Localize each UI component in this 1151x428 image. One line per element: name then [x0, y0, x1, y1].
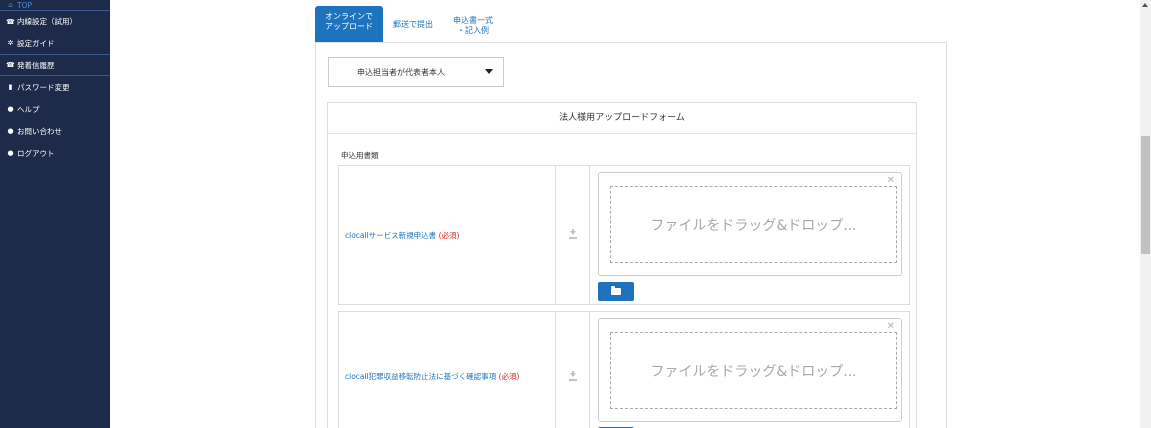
- lock-icon: ▮: [8, 83, 13, 91]
- sidebar-item-help[interactable]: ● ヘルプ: [0, 98, 110, 120]
- file-drop-container: ✕ ファイルをドラッグ&ドロップ...: [598, 172, 902, 276]
- vertical-scrollbar[interactable]: [1140, 0, 1151, 428]
- question-icon: ●: [7, 105, 14, 113]
- select-value: 申込担当者が代表者本人: [357, 67, 445, 77]
- sidebar-item-label: お問い合わせ: [17, 126, 62, 136]
- file-drop-container: ✕ ファイルをドラッグ&ドロップ...: [598, 318, 902, 422]
- form-title: 法人様用アップロードフォーム: [328, 103, 916, 134]
- document-name-link[interactable]: clocall犯罪収益移転防止法に基づく確認事項 (必須): [339, 312, 556, 428]
- caret-down-icon: [485, 69, 493, 74]
- scroll-up-arrow-icon[interactable]: [1142, 3, 1148, 7]
- submission-tabs: オンラインで アップロード 郵送で提出 申込書一式 ・記入例: [315, 6, 503, 42]
- document-name: clocall犯罪収益移転防止法に基づく確認事項: [345, 372, 497, 381]
- file-drop-zone[interactable]: ファイルをドラッグ&ドロップ...: [610, 186, 897, 263]
- scrollbar-thumb[interactable]: [1141, 136, 1150, 254]
- sidebar-item-setup-guide[interactable]: ✲ 設定ガイド: [0, 32, 110, 54]
- upload-form: 法人様用アップロードフォーム 申込用書類 clocallサービス新規申込書 (必…: [327, 102, 917, 428]
- document-name: clocallサービス新規申込書: [345, 230, 437, 240]
- phone-icon: ☎: [6, 61, 15, 69]
- phone-icon: ☎: [6, 17, 15, 26]
- sidebar-item-logout[interactable]: ● ログアウト: [0, 142, 110, 164]
- required-close: ): [456, 230, 460, 240]
- section-label: 申込用書類: [341, 151, 379, 160]
- applicant-type-select[interactable]: 申込担当者が代表者本人: [328, 57, 504, 87]
- download-cell: [556, 166, 590, 304]
- sidebar-item-change-password[interactable]: ▮ パスワード変更: [0, 76, 110, 98]
- sidebar-item-label: ヘルプ: [17, 104, 40, 114]
- sidebar-item-extension-settings[interactable]: ☎ 内線設定（試用）: [0, 10, 110, 32]
- upload-cell: ✕ ファイルをドラッグ&ドロップ...: [590, 312, 911, 428]
- tab-label-line1: オンラインで: [325, 12, 373, 21]
- sidebar-item-label: 内線設定（試用）: [17, 17, 77, 26]
- folder-open-icon: [611, 286, 621, 295]
- gear-icon: ✲: [7, 39, 14, 47]
- tab-label-line2: アップロード: [325, 22, 373, 31]
- external-link-icon: ●: [7, 127, 14, 135]
- tab-mail-submission[interactable]: 郵送で提出: [383, 20, 443, 42]
- file-drop-zone[interactable]: ファイルをドラッグ&ドロップ...: [610, 332, 897, 409]
- browse-file-button[interactable]: [598, 282, 634, 301]
- sidebar: ⌂ TOP ☎ 内線設定（試用） ✲ 設定ガイド ☎ 発着信履歴 ▮ パスワード…: [0, 0, 110, 428]
- upload-cell: ✕ ファイルをドラッグ&ドロップ...: [590, 166, 911, 304]
- sidebar-item-label: ログアウト: [17, 148, 55, 158]
- sidebar-item-call-history[interactable]: ☎ 発着信履歴: [0, 54, 110, 76]
- sidebar-item-label: 発着信履歴: [17, 60, 55, 70]
- sidebar-item-label: TOP: [17, 0, 33, 10]
- required-marker: 必須: [441, 230, 457, 240]
- document-row: clocallサービス新規申込書 (必須) ✕ ファイルをドラッグ&ドロップ..…: [338, 165, 910, 305]
- sidebar-item-top[interactable]: ⌂ TOP: [0, 0, 110, 10]
- document-name-link[interactable]: clocallサービス新規申込書 (必須): [339, 166, 556, 304]
- home-icon: ⌂: [8, 1, 13, 9]
- sidebar-item-label: パスワード変更: [17, 82, 70, 92]
- tab-online-upload[interactable]: オンラインで アップロード: [315, 6, 383, 42]
- close-icon[interactable]: ✕: [887, 175, 895, 186]
- required-close: ): [516, 372, 520, 381]
- logout-icon: ●: [7, 149, 14, 157]
- download-icon[interactable]: [568, 229, 577, 239]
- download-cell: [556, 312, 590, 428]
- download-icon[interactable]: [568, 370, 577, 381]
- tab-application-set[interactable]: 申込書一式 ・記入例: [443, 16, 503, 42]
- sidebar-item-label: 設定ガイド: [17, 38, 55, 48]
- tab-label-line2: ・記入例: [457, 26, 489, 35]
- sidebar-item-contact[interactable]: ● お問い合わせ: [0, 120, 110, 142]
- main-content: オンラインで アップロード 郵送で提出 申込書一式 ・記入例 申込担当者が代表者…: [110, 0, 1140, 428]
- upload-panel: 申込担当者が代表者本人 法人様用アップロードフォーム 申込用書類 clocall…: [315, 42, 947, 428]
- document-row: clocall犯罪収益移転防止法に基づく確認事項 (必須) ✕ ファイルをドラッ…: [338, 311, 910, 428]
- close-icon[interactable]: ✕: [887, 321, 895, 332]
- required-marker: 必須: [501, 372, 517, 381]
- tab-label-line1: 申込書一式: [453, 16, 493, 25]
- tab-label-line1: 郵送で提出: [393, 20, 433, 29]
